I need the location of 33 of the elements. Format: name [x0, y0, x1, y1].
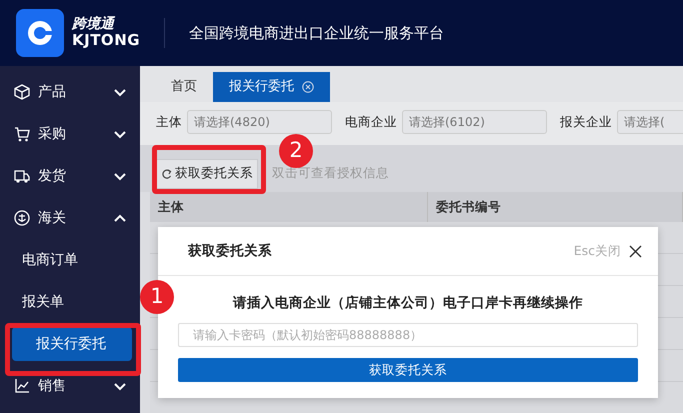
dialog-title: 获取委托关系	[188, 242, 272, 261]
logo-text: KJTONG	[72, 32, 140, 49]
truck-icon	[14, 168, 30, 184]
anchor-icon	[14, 210, 30, 226]
chart-icon	[14, 378, 30, 394]
select-field[interactable]: 请选择(	[617, 110, 683, 134]
fetch-button[interactable]: 获取委托关系	[156, 158, 258, 188]
sidebar-item[interactable]: 海关	[0, 197, 140, 239]
filter-label: 主体	[156, 113, 182, 131]
tab[interactable]: 首页	[155, 72, 213, 102]
close-icon[interactable]	[629, 244, 642, 258]
cube-icon	[14, 84, 30, 100]
filter-label: 电商企业	[345, 113, 397, 131]
sidebar-subitem[interactable]: 报关单	[0, 281, 140, 323]
sidebar-item[interactable]: 采购	[0, 113, 140, 155]
sidebar-subitem[interactable]: 报关行委托	[12, 327, 132, 361]
cart-icon	[14, 126, 30, 142]
submit-button[interactable]: 获取委托关系	[178, 358, 638, 382]
sidebar-item[interactable]: 产品	[0, 71, 140, 113]
select-field[interactable]: 请选择(6102)	[402, 110, 547, 134]
filter-label: 报关企业	[560, 113, 612, 131]
tab[interactable]: 报关行委托	[213, 72, 330, 102]
refresh-icon	[161, 168, 172, 179]
select-field[interactable]: 请选择(4820)	[187, 110, 332, 134]
sidebar-subitem[interactable]: 电商订单	[0, 239, 140, 281]
esc-hint: Esc关闭	[574, 242, 621, 260]
logo-name: 跨境通	[72, 17, 116, 32]
sidebar-item[interactable]: 发货	[0, 155, 140, 197]
logo-icon	[16, 9, 64, 57]
instruction-text: 请插入电商企业（店铺主体公司）电子口岸卡再继续操作	[232, 294, 584, 313]
password-field[interactable]: 请输入卡密码（默认初始密码88888888）	[178, 323, 638, 348]
platform-title: 全国跨境电商进出口企业统一服务平台	[189, 22, 444, 44]
sidebar-item[interactable]: 销售	[0, 365, 140, 407]
